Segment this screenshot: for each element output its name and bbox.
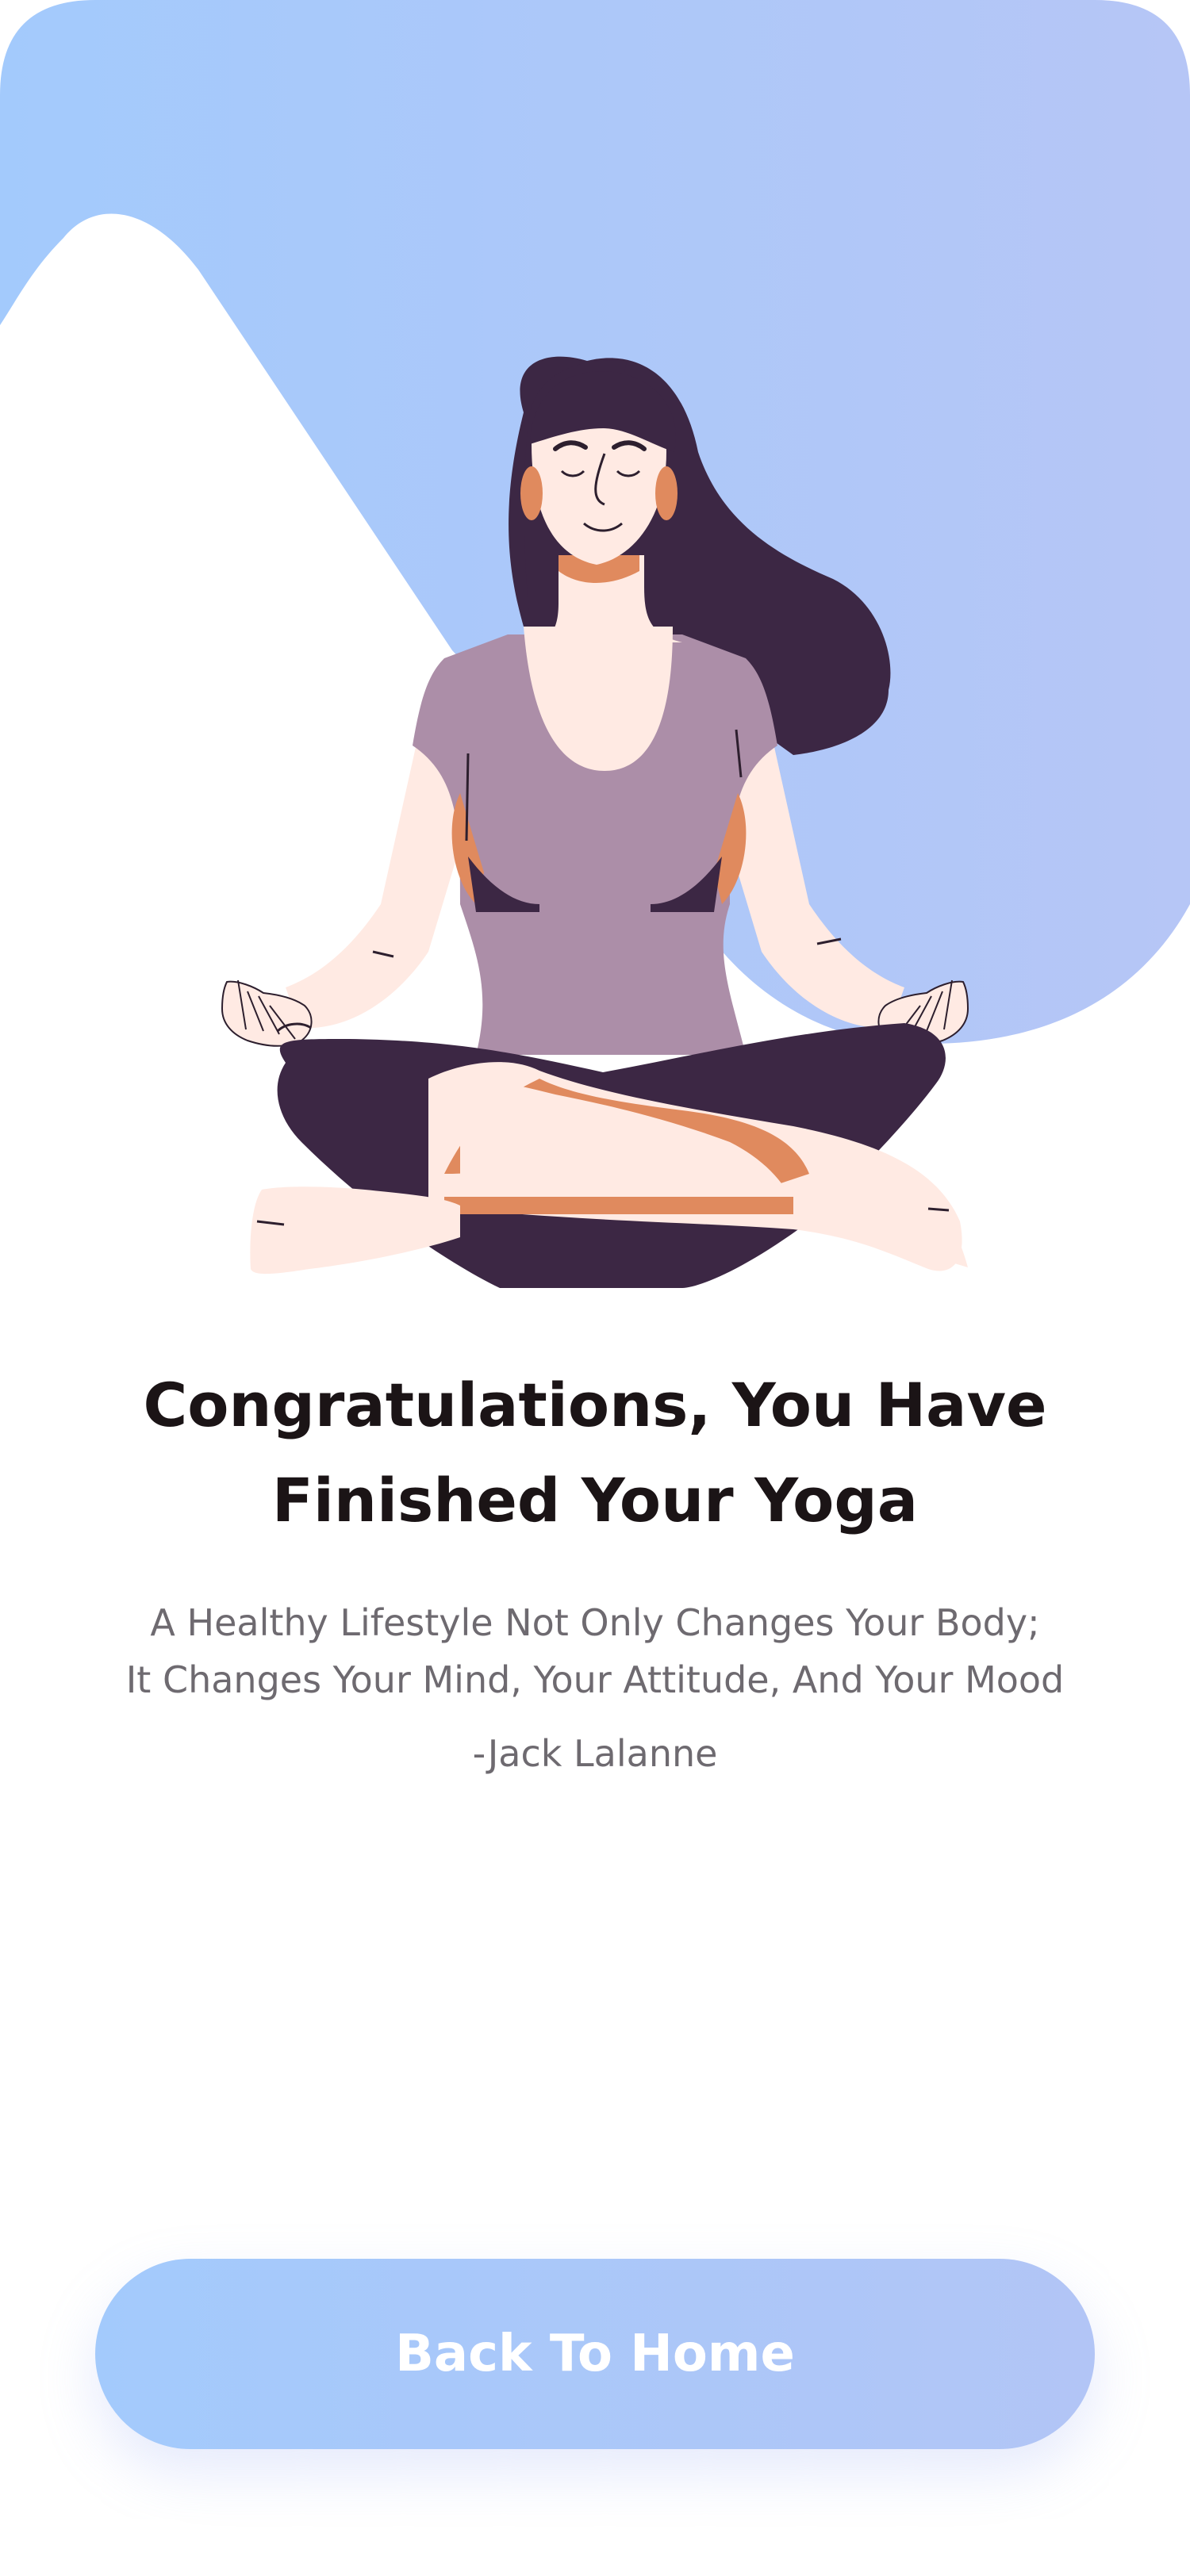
back-to-home-button[interactable]: Back To Home bbox=[95, 2259, 1095, 2449]
motivational-quote: A Healthy Lifestyle Not Only Changes You… bbox=[48, 1594, 1142, 1708]
heading-line-2: Finished Your Yoga bbox=[271, 1465, 919, 1535]
yoga-complete-screen: Congratulations, You Have Finished Your … bbox=[0, 0, 1190, 2576]
quote-line-2: It Changes Your Mind, Your Attitude, And… bbox=[125, 1658, 1065, 1701]
quote-line-1: A Healthy Lifestyle Not Only Changes You… bbox=[150, 1601, 1040, 1644]
congratulations-heading: Congratulations, You Have Finished Your … bbox=[79, 1358, 1111, 1548]
hero-illustration bbox=[0, 0, 1190, 1288]
heading-line-1: Congratulations, You Have bbox=[143, 1370, 1047, 1440]
quote-author: -Jack Lalanne bbox=[472, 1732, 718, 1775]
